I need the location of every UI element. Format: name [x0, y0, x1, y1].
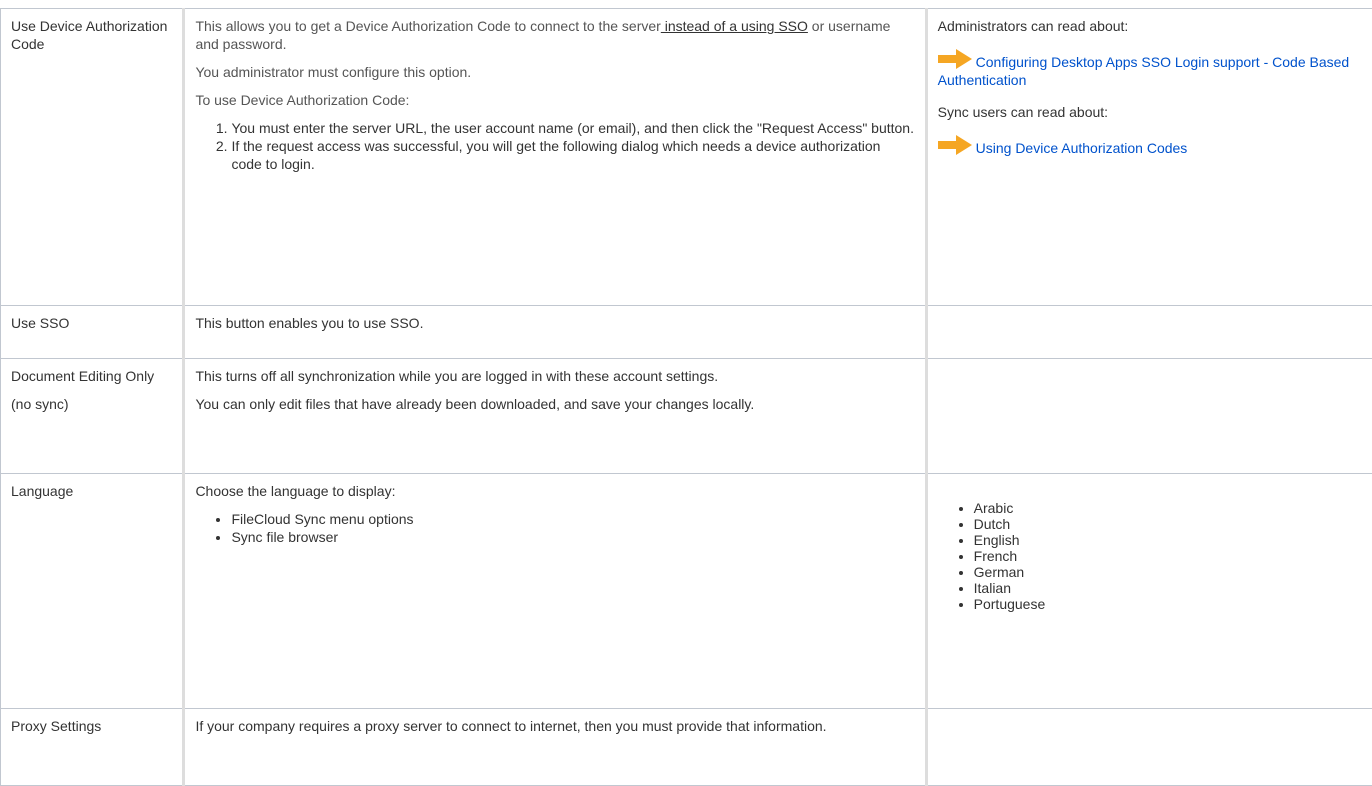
setting-description: Choose the language to display: [195, 482, 914, 500]
setting-description-cell: Choose the language to display: FileClou… [184, 474, 926, 709]
sync-link-paragraph: Using Device Authorization Codes [938, 135, 1369, 157]
setting-name: Document Editing Only [11, 367, 172, 385]
setting-notes-cell: Arabic Dutch English French German Itali… [926, 474, 1372, 709]
setting-notes-cell: Administrators can read about: Configuri… [926, 9, 1372, 306]
setting-description: This button enables you to use SSO. [195, 315, 423, 331]
display-items-list: FileCloud Sync menu options Sync file br… [195, 510, 914, 546]
steps-list: You must enter the server URL, the user … [195, 119, 914, 173]
setting-notes-cell [926, 306, 1372, 359]
setting-description-cell: If your company requires a proxy server … [184, 709, 926, 786]
setting-description-cell: This allows you to get a Device Authoriz… [184, 9, 926, 306]
setting-name: Language [11, 483, 73, 499]
setting-description-cell: This turns off all synchronization while… [184, 359, 926, 474]
admin-link-paragraph: Configuring Desktop Apps SSO Login suppo… [938, 49, 1369, 89]
description-paragraph: This allows you to get a Device Authoriz… [195, 17, 914, 53]
sync-heading: Sync users can read about: [938, 103, 1369, 121]
language-item: German [974, 564, 1369, 580]
orange-arrow-icon [938, 49, 972, 69]
setting-name-cell: Document Editing Only (no sync) [1, 359, 184, 474]
description-lead: This allows you to get a Device Authoriz… [195, 18, 660, 34]
list-item: Sync file browser [231, 528, 914, 546]
language-item: Italian [974, 580, 1369, 596]
admin-note: You administrator must configure this op… [195, 63, 914, 81]
setting-name: Use Device Authorization Code [11, 18, 167, 52]
setting-name-cell: Use SSO [1, 306, 184, 359]
setting-name-cell: Language [1, 474, 184, 709]
language-item: Portuguese [974, 596, 1369, 612]
setting-notes-cell [926, 709, 1372, 786]
language-item: Arabic [974, 500, 1369, 516]
settings-table: Use Device Authorization Code This allow… [0, 8, 1372, 786]
sso-inline-link[interactable]: instead of a using SSO [661, 18, 808, 34]
setting-name-sub: (no sync) [11, 395, 172, 413]
setting-description: You can only edit files that have alread… [195, 395, 914, 413]
admin-doc-link[interactable]: Configuring Desktop Apps SSO Login suppo… [938, 54, 1350, 88]
language-list: Arabic Dutch English French German Itali… [938, 500, 1369, 612]
steps-intro: To use Device Authorization Code: [195, 91, 914, 109]
setting-name-cell: Proxy Settings [1, 709, 184, 786]
language-item: French [974, 548, 1369, 564]
setting-description-cell: This button enables you to use SSO. [184, 306, 926, 359]
sync-doc-link[interactable]: Using Device Authorization Codes [976, 140, 1188, 156]
orange-arrow-icon [938, 135, 972, 155]
setting-notes-cell [926, 359, 1372, 474]
step-item: You must enter the server URL, the user … [231, 119, 914, 137]
setting-description: This turns off all synchronization while… [195, 367, 914, 385]
step-item: If the request access was successful, yo… [231, 137, 914, 173]
table-row-language: Language Choose the language to display:… [1, 474, 1372, 709]
table-row-sso: Use SSO This button enables you to use S… [1, 306, 1372, 359]
table-row-doc-editing: Document Editing Only (no sync) This tur… [1, 359, 1372, 474]
table-row-proxy: Proxy Settings If your company requires … [1, 709, 1372, 786]
language-item: English [974, 532, 1369, 548]
setting-description: If your company requires a proxy server … [195, 718, 826, 734]
setting-name-cell: Use Device Authorization Code [1, 9, 184, 306]
table-row-device-auth: Use Device Authorization Code This allow… [1, 9, 1372, 306]
setting-name: Use SSO [11, 315, 69, 331]
admins-heading: Administrators can read about: [938, 17, 1369, 35]
language-item: Dutch [974, 516, 1369, 532]
list-item: FileCloud Sync menu options [231, 510, 914, 528]
setting-name: Proxy Settings [11, 718, 101, 734]
